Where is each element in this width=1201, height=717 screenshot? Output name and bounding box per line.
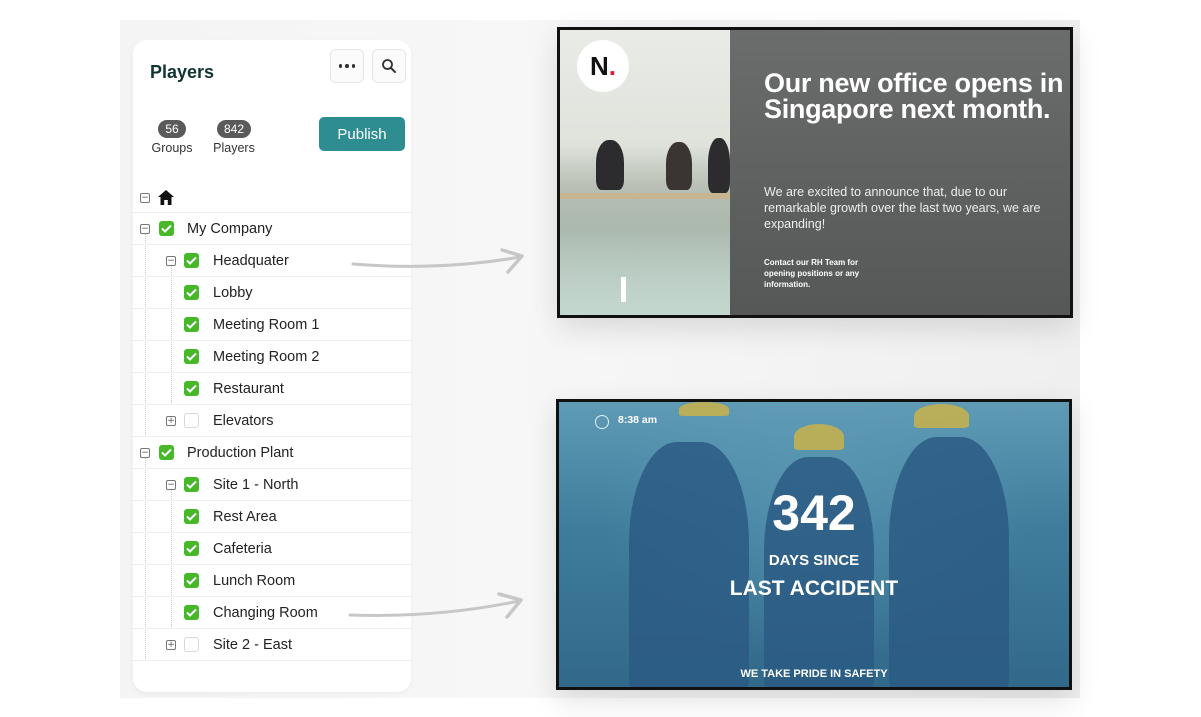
panel-title: Players: [150, 62, 215, 82]
announcement-body: We are excited to announce that, due to …: [764, 185, 1041, 231]
tree-item-elevators[interactable]: + Elevators: [133, 405, 411, 437]
publish-button[interactable]: Publish: [319, 117, 405, 151]
display-office-announcement: N. Our new office opens in Singapore nex…: [557, 27, 1073, 318]
collapse-icon[interactable]: −: [140, 223, 150, 234]
checkbox-checked[interactable]: [184, 285, 199, 300]
players-stat: 842 Players: [209, 120, 259, 155]
person-silhouette: [666, 142, 692, 190]
tree-item-rest-area[interactable]: Rest Area: [133, 501, 411, 533]
helmet-shape: [914, 404, 969, 428]
checkmark-icon: [186, 320, 197, 329]
tree-item-restaurant[interactable]: Restaurant: [133, 373, 411, 405]
display-safety-counter: 8:38 am 342 DAYS SINCE LAST ACCIDENT WE …: [556, 399, 1072, 690]
tree-item-label: Elevators: [213, 412, 274, 429]
tree-item-label: Meeting Room 1: [213, 316, 320, 333]
tree-item-meeting-room-2[interactable]: Meeting Room 2: [133, 341, 411, 373]
ellipsis-icon: [338, 64, 356, 68]
collapse-icon[interactable]: −: [140, 447, 150, 458]
person-silhouette: [708, 138, 730, 193]
announcement-contact: Contact our RH Team for opening position…: [764, 258, 860, 289]
helmet-shape: [679, 402, 729, 416]
tree-item-meeting-room-1[interactable]: Meeting Room 1: [133, 309, 411, 341]
players-label: Players: [213, 141, 255, 155]
groups-stat: 56 Groups: [149, 120, 195, 155]
tree-item-label: Rest Area: [213, 508, 277, 525]
checkbox-unchecked[interactable]: [184, 637, 199, 652]
expand-icon[interactable]: +: [166, 415, 176, 426]
progress-indicator: [621, 277, 626, 302]
tree-item-label: Site 2 - East: [213, 636, 292, 653]
tree-root[interactable]: −: [133, 183, 411, 213]
factory-photo: [559, 402, 1069, 687]
tree-item-label: Headquater: [213, 252, 289, 269]
groups-count-badge: 56: [158, 120, 186, 138]
checkmark-icon: [161, 224, 172, 233]
safety-tagline: WE TAKE PRIDE IN SAFETY: [740, 668, 888, 680]
tree-item-label: Cafeteria: [213, 540, 272, 557]
collapse-icon[interactable]: −: [166, 255, 176, 266]
checkbox-checked[interactable]: [184, 349, 199, 364]
checkmark-icon: [186, 256, 197, 265]
checkmark-icon: [186, 288, 197, 297]
checkbox-checked[interactable]: [184, 509, 199, 524]
tree-item-label: Changing Room: [213, 604, 318, 621]
checkmark-icon: [186, 352, 197, 361]
announcement-headline: Our new office opens in Singapore next m…: [764, 68, 1064, 124]
tree-item-label: Restaurant: [213, 380, 284, 397]
players-count-badge: 842: [216, 120, 252, 138]
checkmark-icon: [186, 576, 197, 585]
brand-logo: N.: [577, 40, 629, 92]
expand-icon[interactable]: +: [166, 639, 176, 650]
tree-item-label: Lobby: [213, 284, 253, 301]
arrow-icon: [348, 592, 523, 619]
checkmark-icon: [186, 608, 197, 617]
tree-item-site-1-north[interactable]: − Site 1 - North: [133, 469, 411, 501]
checkbox-checked[interactable]: [184, 541, 199, 556]
logo-letter: N: [589, 50, 609, 81]
tree-item-cafeteria[interactable]: Cafeteria: [133, 533, 411, 565]
time-display: 8:38 am: [618, 414, 658, 426]
checkmark-icon: [161, 448, 172, 457]
tree-item-label: Meeting Room 2: [213, 348, 320, 365]
checkmark-icon: [186, 384, 197, 393]
tree-item-label: My Company: [187, 220, 273, 237]
checkbox-checked[interactable]: [184, 573, 199, 588]
last-accident-label: LAST ACCIDENT: [729, 577, 899, 600]
checkbox-checked[interactable]: [184, 317, 199, 332]
helmet-shape: [794, 424, 844, 450]
tree-item-my-company[interactable]: − My Company: [133, 213, 411, 245]
tree-item-lobby[interactable]: Lobby: [133, 277, 411, 309]
checkbox-checked[interactable]: [159, 445, 174, 460]
tree-item-label: Site 1 - North: [213, 476, 299, 493]
days-count: 342: [772, 485, 856, 541]
collapse-icon[interactable]: −: [140, 192, 150, 203]
search-icon: [382, 59, 396, 73]
clock-icon: [595, 415, 609, 429]
groups-label: Groups: [151, 141, 193, 155]
checkmark-icon: [186, 512, 197, 521]
tree-item-label: Production Plant: [187, 444, 294, 461]
checkmark-icon: [186, 480, 197, 489]
search-button[interactable]: [372, 49, 406, 83]
days-since-label: DAYS SINCE: [768, 552, 860, 569]
checkbox-checked[interactable]: [184, 253, 199, 268]
tree-item-label: Lunch Room: [213, 572, 296, 589]
checkbox-checked[interactable]: [159, 221, 174, 236]
checkmark-icon: [186, 544, 197, 553]
tree-item-site-2-east[interactable]: + Site 2 - East: [133, 629, 411, 661]
tree-item-production-plant[interactable]: − Production Plant: [133, 437, 411, 469]
more-options-button[interactable]: [330, 49, 364, 83]
checkbox-checked[interactable]: [184, 477, 199, 492]
desk-shape: [560, 193, 730, 199]
logo-dot: .: [608, 50, 616, 81]
checkbox-checked[interactable]: [184, 381, 199, 396]
collapse-icon[interactable]: −: [166, 479, 176, 490]
home-icon: [158, 190, 174, 205]
arrow-icon: [351, 248, 524, 274]
checkbox-checked[interactable]: [184, 605, 199, 620]
checkbox-unchecked[interactable]: [184, 413, 199, 428]
person-silhouette: [596, 140, 624, 190]
